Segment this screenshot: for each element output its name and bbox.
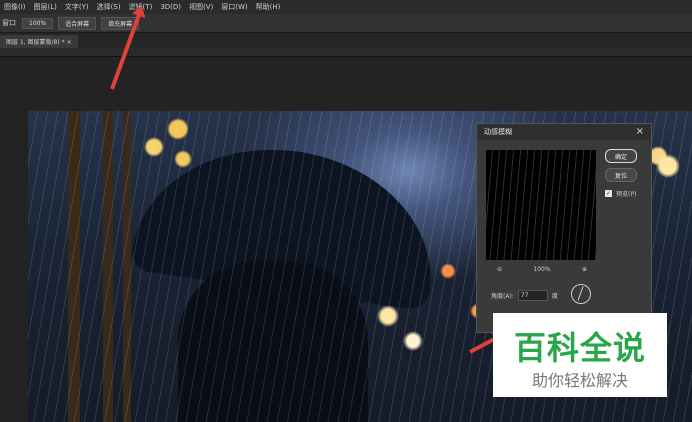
menu-view[interactable]: 视图(V) xyxy=(185,2,217,12)
document-tab-title: 图层 1, 图层蒙版/8) * xyxy=(6,39,65,46)
preview-checkbox-row[interactable]: ✓ 预览(P) xyxy=(605,189,636,198)
preview-streaks xyxy=(486,150,596,260)
angle-label: 角度(A): xyxy=(491,293,514,300)
document-tab[interactable]: 图层 1, 图层蒙版/8) * × xyxy=(0,35,78,48)
preview-checkbox[interactable]: ✓ xyxy=(605,190,612,197)
menu-bar: 图像(I) 图层(L) 文字(Y) 选择(S) 滤镜(T) 3D(D) 视图(V… xyxy=(0,0,692,14)
menu-type[interactable]: 文字(Y) xyxy=(61,2,93,12)
zoom-100-button[interactable]: 100% xyxy=(22,17,54,29)
zoom-level: 100% xyxy=(533,266,551,273)
menu-help[interactable]: 帮助(H) xyxy=(252,2,285,12)
reset-button[interactable]: 复位 xyxy=(605,168,637,182)
dialog-title: 动感模糊 xyxy=(484,128,512,136)
options-bar: 窗口 100% 适合屏幕 填充屏幕 xyxy=(0,14,692,33)
fit-screen-button[interactable]: 适合屏幕 xyxy=(58,16,97,30)
angle-input[interactable]: 77 xyxy=(517,290,548,301)
angle-row: 角度(A): 77 度 xyxy=(491,290,558,301)
zoom-out-icon[interactable]: ⊖ xyxy=(497,266,502,273)
document-tab-bar: 图层 1, 图层蒙版/8) * × xyxy=(0,33,692,48)
angle-dial[interactable] xyxy=(571,284,591,304)
angle-unit: 度 xyxy=(551,293,558,300)
options-label: 窗口 xyxy=(2,19,16,27)
menu-3d[interactable]: 3D(D) xyxy=(156,3,185,11)
motion-blur-dialog: 动感模糊 × 确定 复位 ✓ 预览(P) ⊖ 100% ⊕ 角度(A): 77 … xyxy=(476,123,652,333)
watermark-subtitle: 助你轻松解决 xyxy=(531,371,628,390)
watermark-logo: 百科全说 助你轻松解决 xyxy=(493,313,667,397)
dialog-title-bar[interactable]: 动感模糊 × xyxy=(477,124,651,140)
zoom-controls: ⊖ 100% ⊕ xyxy=(497,266,587,273)
watermark-title: 百科全说 xyxy=(513,329,646,367)
preview-label: 预览(P) xyxy=(616,191,637,198)
zoom-in-icon[interactable]: ⊕ xyxy=(582,266,587,273)
menu-layer[interactable]: 图层(L) xyxy=(30,2,61,12)
ok-button[interactable]: 确定 xyxy=(605,149,637,163)
filter-preview[interactable] xyxy=(486,150,596,260)
menu-window[interactable]: 窗口(W) xyxy=(217,2,251,12)
menu-image[interactable]: 图像(I) xyxy=(0,2,30,12)
menu-select[interactable]: 选择(S) xyxy=(93,2,125,12)
close-icon[interactable]: × xyxy=(67,39,72,46)
horizontal-ruler xyxy=(0,48,692,57)
close-icon[interactable]: × xyxy=(636,126,644,137)
